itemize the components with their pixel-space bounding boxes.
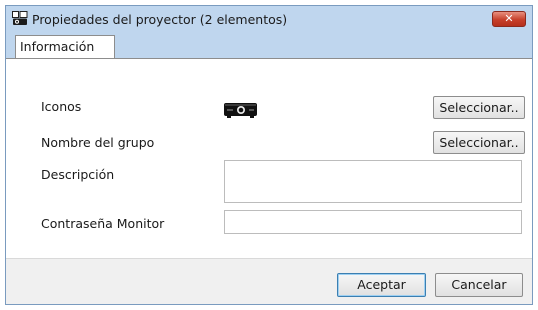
select-group-button[interactable]: Seleccionar.. <box>433 131 525 154</box>
monitor-password-label: Contraseña Monitor <box>41 216 165 231</box>
projector-app-icon <box>12 11 28 26</box>
group-name-label: Nombre del grupo <box>41 135 155 150</box>
accept-button[interactable]: Aceptar <box>337 273 426 297</box>
icons-label: Iconos <box>41 99 82 114</box>
close-button[interactable]: ✕ <box>492 11 526 27</box>
select-icon-button[interactable]: Seleccionar.. <box>433 96 525 119</box>
tab-strip: Información <box>6 32 532 58</box>
dialog-footer: Aceptar Cancelar <box>6 259 532 304</box>
description-field[interactable] <box>224 160 522 203</box>
monitor-password-field[interactable] <box>224 210 522 234</box>
description-label: Descripción <box>41 167 115 182</box>
close-icon: ✕ <box>504 12 514 25</box>
window-title: Propiedades del proyector (2 elementos) <box>32 12 288 27</box>
information-panel: Iconos Seleccionar.. Nombre del grupo Se… <box>6 58 532 259</box>
title-bar[interactable]: Propiedades del proyector (2 elementos) … <box>6 6 532 32</box>
projector-properties-dialog: Propiedades del proyector (2 elementos) … <box>5 5 533 305</box>
tab-informacion[interactable]: Información <box>15 35 115 58</box>
cancel-button[interactable]: Cancelar <box>435 273 523 297</box>
projector-icon <box>224 102 257 118</box>
